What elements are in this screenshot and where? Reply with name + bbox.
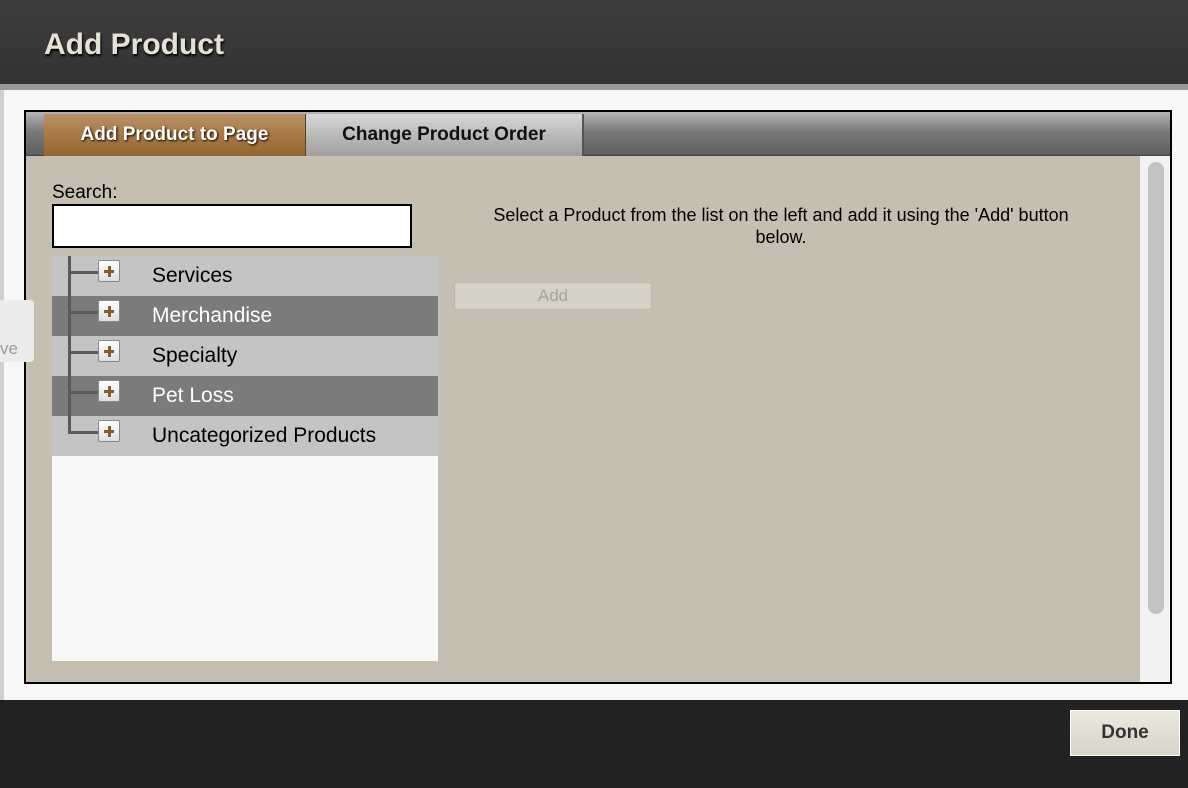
tree-connector bbox=[68, 391, 98, 394]
tree-connector-vertical bbox=[68, 256, 71, 434]
background-page-peek-text: ve bbox=[0, 339, 18, 358]
background-page-peek: ve bbox=[0, 300, 34, 362]
tree-connector bbox=[68, 311, 98, 314]
tree-item-label: Pet Loss bbox=[152, 384, 234, 407]
dialog-footer bbox=[0, 700, 1188, 788]
tab-add-product-to-page[interactable]: Add Product to Page bbox=[44, 114, 306, 156]
tree-item-label: Specialty bbox=[152, 344, 238, 367]
plus-expander-icon[interactable] bbox=[98, 380, 120, 402]
tree-connector bbox=[68, 431, 98, 434]
dialog-title: Add Product bbox=[44, 28, 224, 61]
instructions-text: Select a Product from the list on the le… bbox=[493, 205, 1069, 247]
tree-item-label: Uncategorized Products bbox=[152, 424, 377, 447]
search-label: Search: bbox=[52, 182, 118, 203]
search-input[interactable] bbox=[52, 204, 412, 248]
dialog-header: Add Product bbox=[0, 0, 1188, 84]
scrollbar-thumb[interactable] bbox=[1148, 162, 1164, 614]
add-button[interactable]: Add bbox=[454, 282, 652, 310]
plus-expander-icon[interactable] bbox=[98, 420, 120, 442]
done-button[interactable]: Done bbox=[1070, 710, 1180, 756]
plus-expander-icon[interactable] bbox=[98, 260, 120, 282]
product-category-tree: Services Merchandise Specialty Pet Loss … bbox=[52, 256, 438, 661]
tab-change-product-order[interactable]: Change Product Order bbox=[306, 114, 584, 156]
tab-bar: Add Product to Page Change Product Order bbox=[26, 112, 1170, 156]
add-product-panel: Add Product to Page Change Product Order… bbox=[24, 110, 1172, 684]
tree-item-label: Services bbox=[152, 264, 233, 287]
plus-expander-icon[interactable] bbox=[98, 300, 120, 322]
tree-item-label: Merchandise bbox=[152, 304, 273, 327]
plus-expander-icon[interactable] bbox=[98, 340, 120, 362]
tree-connector bbox=[68, 351, 98, 354]
tree-connector bbox=[68, 271, 98, 274]
